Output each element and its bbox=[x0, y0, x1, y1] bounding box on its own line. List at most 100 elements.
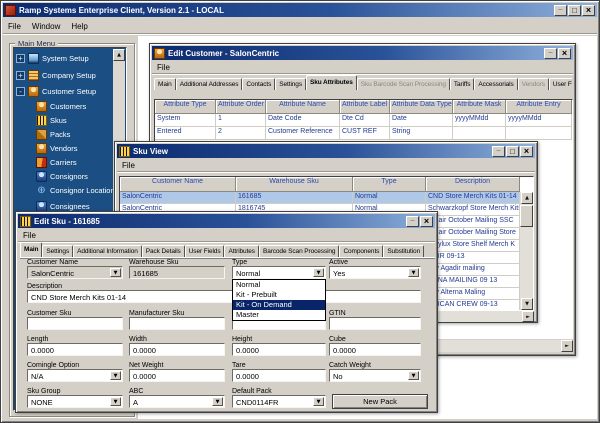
tab-main[interactable]: Main bbox=[154, 78, 176, 90]
tab-sku-barcode-scan-processing[interactable]: Sku Barcode Scan Processing bbox=[357, 78, 450, 90]
table-row[interactable]: System 1 Date Code Dte Cd Date yyyyMMdd … bbox=[155, 114, 572, 127]
warehouse-sku-field[interactable]: 161685 bbox=[129, 266, 225, 279]
width-field[interactable]: 0.0000 bbox=[129, 343, 225, 356]
menu-file[interactable]: File bbox=[122, 161, 135, 170]
abc-select[interactable]: A bbox=[129, 395, 225, 408]
maximize-icon[interactable] bbox=[568, 5, 581, 16]
sku-group-select[interactable]: NONE bbox=[27, 395, 123, 408]
dropdown-option-kit-prebuilt[interactable]: Kit - Prebuilt bbox=[233, 290, 325, 300]
tab-substitution[interactable]: Substitution bbox=[383, 245, 424, 257]
chevron-down-icon[interactable] bbox=[408, 371, 419, 380]
collapse-icon[interactable]: - bbox=[16, 87, 25, 96]
type-select[interactable]: Normal bbox=[232, 266, 326, 279]
menu-window[interactable]: Window bbox=[32, 22, 60, 31]
default-pack-select[interactable]: CND0114FR bbox=[232, 395, 326, 408]
description-field[interactable]: CND Store Merch Kits 01-14 bbox=[27, 290, 421, 303]
column-header[interactable]: Type bbox=[353, 177, 426, 192]
scroll-up-icon[interactable] bbox=[521, 192, 533, 204]
tab-main[interactable]: Main bbox=[20, 242, 42, 257]
tab-components[interactable]: Components bbox=[339, 245, 383, 257]
tree-item-carriers[interactable]: Carriers bbox=[36, 156, 77, 168]
tree-item-company-setup[interactable]: + Company Setup bbox=[16, 69, 96, 81]
chevron-down-icon[interactable] bbox=[110, 371, 121, 380]
tree-item-customers[interactable]: Customers bbox=[36, 100, 86, 112]
dropdown-option-master[interactable]: Master bbox=[233, 310, 325, 320]
menu-file[interactable]: File bbox=[157, 63, 170, 72]
column-header[interactable]: Attribute Label bbox=[340, 100, 390, 114]
menu-help[interactable]: Help bbox=[71, 22, 87, 31]
chevron-down-icon[interactable] bbox=[408, 268, 419, 277]
close-icon[interactable] bbox=[420, 216, 433, 227]
tab-sku-attributes[interactable]: Sku Attributes bbox=[306, 75, 357, 90]
expand-icon[interactable]: + bbox=[16, 54, 25, 63]
column-header[interactable]: Attribute Data Type bbox=[390, 100, 453, 114]
column-header[interactable]: Attribute Type bbox=[155, 100, 216, 114]
column-header[interactable]: Attribute Order bbox=[216, 100, 266, 114]
main-titlebar[interactable]: Ramp Systems Enterprise Client, Version … bbox=[3, 3, 597, 17]
active-select[interactable]: Yes bbox=[329, 266, 421, 279]
edit-customer-titlebar[interactable]: Edit Customer - SalonCentric bbox=[152, 46, 573, 60]
gtin-field[interactable] bbox=[329, 317, 421, 330]
length-field[interactable]: 0.0000 bbox=[27, 343, 123, 356]
manufacturer-sku-field[interactable] bbox=[129, 317, 225, 330]
column-header[interactable]: Customer Name bbox=[120, 177, 236, 192]
dropdown-option-normal[interactable]: Normal bbox=[233, 280, 325, 290]
tab-contacts[interactable]: Contacts bbox=[242, 78, 275, 90]
edit-sku-titlebar[interactable]: Edit Sku - 161685 bbox=[18, 214, 435, 228]
tree-item-skus[interactable]: Skus bbox=[36, 114, 67, 126]
tab-tariffs[interactable]: Tariffs bbox=[450, 78, 475, 90]
column-header[interactable]: Warehouse Sku bbox=[236, 177, 353, 192]
column-header[interactable]: Attribute Name bbox=[266, 100, 340, 114]
tab-attributes[interactable]: Attributes bbox=[224, 245, 258, 257]
new-pack-button[interactable]: New Pack bbox=[332, 394, 428, 409]
dropdown-option-kit-on-demand[interactable]: Kit - On Demand bbox=[233, 300, 325, 310]
tab-settings[interactable]: Settings bbox=[275, 78, 306, 90]
minimize-icon[interactable] bbox=[406, 216, 419, 227]
close-icon[interactable] bbox=[520, 146, 533, 157]
column-header[interactable]: Description bbox=[426, 177, 520, 192]
tree-item-packs[interactable]: Packs bbox=[36, 128, 70, 140]
close-icon[interactable] bbox=[558, 48, 571, 59]
close-icon[interactable] bbox=[582, 5, 595, 16]
chevron-down-icon[interactable] bbox=[110, 397, 121, 406]
chevron-down-icon[interactable] bbox=[313, 397, 324, 406]
column-header[interactable]: Attribute Entry bbox=[506, 100, 572, 114]
tree-item-system-setup[interactable]: + System Setup bbox=[16, 52, 89, 64]
chevron-down-icon[interactable] bbox=[212, 397, 223, 406]
scroll-down-icon[interactable] bbox=[521, 298, 533, 310]
cube-field[interactable]: 0.0000 bbox=[329, 343, 421, 356]
tree-item-consignors[interactable]: Consignors bbox=[36, 170, 88, 182]
tab-user-fields[interactable]: User Fields bbox=[549, 78, 572, 90]
chevron-down-icon[interactable] bbox=[110, 268, 121, 277]
scroll-right-icon[interactable] bbox=[522, 311, 534, 322]
minimize-icon[interactable] bbox=[554, 5, 567, 16]
chevron-down-icon[interactable] bbox=[313, 268, 324, 277]
scroll-right-icon[interactable] bbox=[561, 340, 573, 352]
tare-field[interactable]: 0.0000 bbox=[232, 369, 326, 382]
expand-icon[interactable]: + bbox=[16, 71, 25, 80]
comingle-option-select[interactable]: N/A bbox=[27, 369, 123, 382]
tab-additional-addresses[interactable]: Additional Addresses bbox=[176, 78, 243, 90]
tab-user-fields[interactable]: User Fields bbox=[185, 245, 225, 257]
minimize-icon[interactable] bbox=[544, 48, 557, 59]
scroll-up-icon[interactable] bbox=[113, 49, 125, 61]
scrollbar-thumb[interactable] bbox=[520, 205, 533, 227]
sku-view-titlebar[interactable]: Sku View bbox=[117, 144, 535, 158]
net-weight-field[interactable]: 0.0000 bbox=[129, 369, 225, 382]
menu-file[interactable]: File bbox=[8, 22, 21, 31]
tree-item-vendors[interactable]: Vendors bbox=[36, 142, 78, 154]
tab-accessorials[interactable]: Accessorials bbox=[474, 78, 517, 90]
customer-name-select[interactable]: SalonCentric bbox=[27, 266, 123, 279]
height-field[interactable]: 0.0000 bbox=[232, 343, 326, 356]
tab-vendors[interactable]: Vendors bbox=[518, 78, 549, 90]
maximize-icon[interactable] bbox=[506, 146, 519, 157]
table-row[interactable]: Entered 2 Customer Reference CUST REF St… bbox=[155, 127, 572, 140]
tab-settings[interactable]: Settings bbox=[42, 245, 73, 257]
tab-additional-information[interactable]: Additional Information bbox=[73, 245, 142, 257]
tab-pack-details[interactable]: Pack Details bbox=[142, 245, 185, 257]
menu-file[interactable]: File bbox=[23, 231, 36, 240]
minimize-icon[interactable] bbox=[492, 146, 505, 157]
catch-weight-select[interactable]: No bbox=[329, 369, 421, 382]
table-row-selected[interactable]: SalonCentric 161685 Normal CND Store Mer… bbox=[120, 192, 520, 204]
tab-barcode-scan-processing[interactable]: Barcode Scan Processing bbox=[259, 245, 340, 257]
